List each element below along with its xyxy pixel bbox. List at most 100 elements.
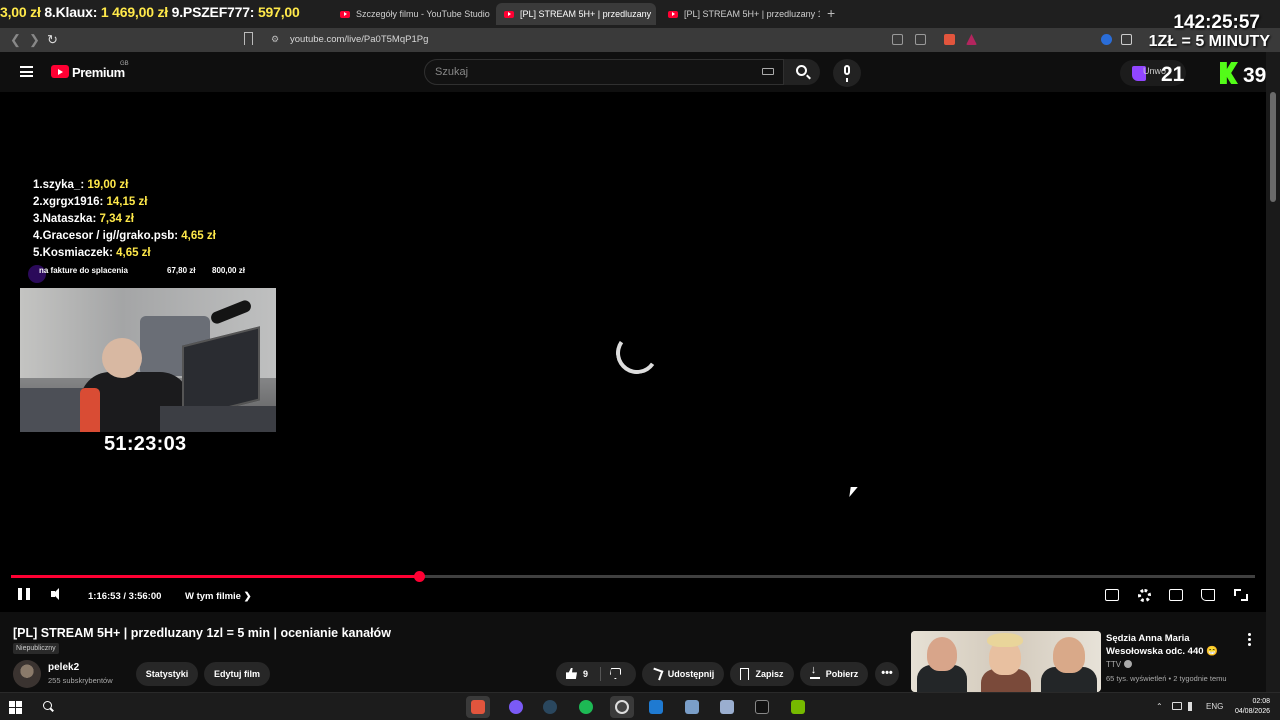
miniplayer-icon[interactable] [1169, 589, 1183, 601]
like-dislike-group: 9 [556, 662, 636, 686]
language-indicator[interactable]: ENG [1206, 702, 1223, 711]
webcam-person-head [102, 338, 142, 378]
taskbar-clock[interactable]: 02:08 04/08/2026 [1226, 697, 1270, 717]
recommendation-title[interactable]: Sędzia Anna Maria Wesołowska odc. 440 😁 [1106, 632, 1246, 658]
fullscreen-icon[interactable] [1234, 589, 1248, 601]
goal-current: 67,80 zł [167, 266, 196, 275]
recommendation-channel[interactable]: TTV [1106, 660, 1133, 669]
taskbar-nvidia[interactable] [786, 696, 810, 718]
taskbar-terminal[interactable] [750, 696, 774, 718]
taskbar-brave[interactable] [466, 696, 490, 718]
taskbar-app[interactable] [715, 696, 739, 718]
keyboard-icon[interactable] [762, 68, 774, 75]
network-icon[interactable] [1172, 702, 1182, 710]
donor-amount: 4,65 zł [181, 230, 216, 242]
share-icon [650, 667, 664, 681]
search-input[interactable]: Szukaj [424, 59, 784, 85]
search-button[interactable] [784, 59, 820, 85]
thumbnail-face [927, 637, 957, 671]
reload-icon[interactable]: ↻ [47, 32, 58, 48]
brave-icon [471, 700, 485, 714]
donor-amount: 19,00 zł [87, 179, 129, 191]
webcam-bottle [80, 388, 100, 432]
url-field[interactable]: youtube.com/live/Pa0T5MqP1Pg [290, 34, 428, 45]
video-player[interactable]: 1.szyka_: 19,00 zł 2.xgrgx1916: 14,15 zł… [0, 92, 1266, 612]
statistics-button[interactable]: Statystyki [136, 662, 198, 686]
time-display: 1:16:53 / 3:56:00 [88, 591, 162, 602]
share-label: Udostępnij [667, 669, 715, 679]
scrollbar-thumb[interactable] [1270, 92, 1276, 202]
like-separator [600, 667, 601, 681]
donation-ticker: 3,00 zł 8.Klaux: 1 469,00 zł 9.PSZEF777:… [0, 4, 318, 24]
download-button[interactable]: Pobierz [800, 662, 868, 686]
bookmark-icon [740, 668, 750, 680]
more-actions-button[interactable]: ••• [875, 662, 899, 686]
leaderboard-row: 5.Kosmiaczek: 4,65 zł [33, 245, 216, 262]
twitch-viewer-widget: Unwo 21 [1120, 60, 1186, 86]
ticker-amount: 597,00 [257, 4, 300, 20]
tray-chevron-icon[interactable]: ⌃ [1156, 702, 1163, 711]
kick-icon [1220, 62, 1238, 84]
save-button[interactable]: Zapisz [730, 662, 794, 686]
leaderboard-row: 3.Nataszka: 7,34 zł [33, 211, 216, 228]
windows-start-icon[interactable] [9, 701, 22, 714]
page-scrollbar[interactable] [1266, 52, 1280, 692]
thumbs-up-icon[interactable] [566, 668, 577, 679]
rewards-icon[interactable] [966, 34, 977, 45]
chevron-right-icon: ❯ [243, 591, 252, 602]
progress-bar[interactable] [11, 571, 1255, 582]
progress-fill [11, 575, 420, 578]
progress-scrubber[interactable] [414, 571, 426, 582]
voice-search-button[interactable] [833, 59, 861, 87]
donor-amount: 4,65 zł [116, 247, 151, 259]
taskbar-discord[interactable] [504, 696, 528, 718]
new-tab-button[interactable]: + [827, 5, 835, 21]
translate-icon[interactable] [892, 34, 903, 45]
taskbar-spotify[interactable] [574, 696, 598, 718]
donor-name: 5.Kosmiaczek: [33, 247, 117, 259]
settings-gear-icon[interactable] [1138, 589, 1151, 602]
save-label: Zapisz [755, 669, 784, 679]
cast-icon[interactable] [915, 34, 926, 45]
thumbs-down-icon[interactable] [610, 668, 621, 679]
volume-icon[interactable] [1188, 702, 1197, 711]
taskbar-steam[interactable] [538, 696, 562, 718]
back-icon[interactable]: ❮ [10, 32, 21, 48]
kebab-menu-icon[interactable] [1248, 633, 1251, 646]
taskbar-time: 02:08 [1252, 698, 1270, 705]
extension-icon[interactable] [1101, 34, 1112, 45]
chapter-button[interactable]: W tym filmie ❯ [185, 591, 252, 602]
youtube-logo-icon[interactable] [51, 65, 69, 78]
tab-youtube-studio[interactable]: Szczegóły filmu - YouTube Studio [332, 3, 492, 25]
youtube-favicon-icon [504, 10, 514, 18]
tab-stream-2[interactable]: [PL] STREAM 5H+ | przedluzany 1zł [660, 3, 820, 25]
brave-shield-icon[interactable] [944, 34, 955, 45]
tab-stream-active[interactable]: [PL] STREAM 5H+ | przedluzany ✕ [496, 3, 656, 25]
forward-icon[interactable]: ❯ [29, 32, 40, 48]
avatar[interactable] [13, 660, 41, 688]
download-label: Pobierz [825, 669, 859, 679]
recommendation-thumbnail[interactable] [911, 631, 1101, 692]
share-button[interactable]: Udostępnij [642, 662, 724, 686]
taskbar-obs[interactable] [610, 696, 634, 718]
channel-name[interactable]: pelek2 [48, 662, 79, 673]
youtube-favicon-icon [668, 10, 678, 18]
subtitles-icon[interactable] [1105, 589, 1119, 601]
verified-icon [1124, 660, 1133, 668]
brand-label[interactable]: Premium [72, 65, 125, 80]
taskbar-vscode[interactable] [644, 696, 668, 718]
bookmark-icon[interactable] [244, 32, 253, 45]
cast-icon[interactable] [1201, 589, 1215, 601]
edit-video-button[interactable]: Edytuj film [204, 662, 270, 686]
puzzle-icon[interactable] [1121, 34, 1132, 45]
site-info-icon[interactable]: ⚙ [271, 34, 279, 45]
youtube-header: Premium GB Szukaj Unwo 21 39 [0, 52, 1266, 92]
windows-taskbar: ⌃ ENG 02:08 04/08/2026 [0, 692, 1280, 720]
pause-icon[interactable] [18, 588, 30, 600]
taskbar-search-icon[interactable] [43, 701, 52, 710]
stream-overlay-clock: 142:25:57 [1173, 12, 1260, 33]
taskbar-explorer[interactable] [680, 696, 704, 718]
menu-icon[interactable] [20, 66, 33, 77]
volume-icon[interactable] [51, 588, 65, 600]
donor-amount: 14,15 zł [106, 196, 148, 208]
